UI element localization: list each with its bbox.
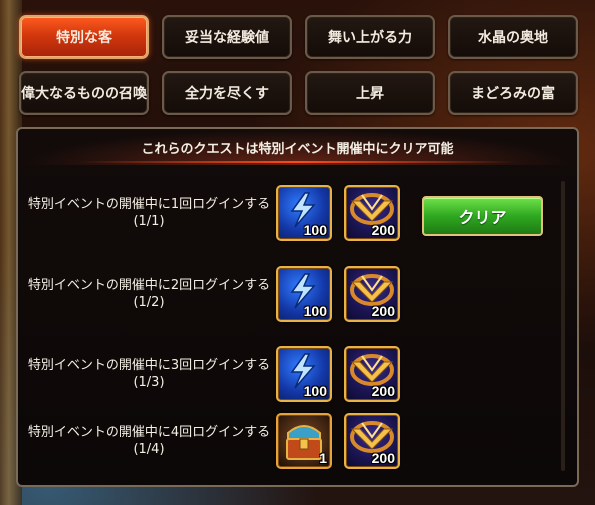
tab-special-guest[interactable]: 特別な客	[19, 15, 149, 59]
panel-header: これらのクエストは特別イベント開催中にクリア可能	[18, 129, 577, 165]
tab-great-summon[interactable]: 偉大なるものの召喚	[19, 71, 149, 115]
reward-quantity: 200	[371, 303, 395, 319]
quest-row: 特別イベントの開催中に4回ログインする (1/4) 1 200	[18, 401, 558, 481]
reward-chest[interactable]: 1	[276, 413, 332, 469]
tab-slumbering-wealth[interactable]: まどろみの富	[448, 71, 578, 115]
quest-description: 特別イベントの開催中に4回ログインする (1/4)	[18, 401, 280, 481]
reward-quantity: 100	[303, 383, 327, 399]
reward-quantity: 200	[371, 222, 395, 238]
reward-quantity: 100	[303, 222, 327, 238]
reward-emblem[interactable]: 200	[344, 413, 400, 469]
quest-row: 特別イベントの開催中に2回ログインする (1/2) 100 200	[18, 254, 558, 334]
reward-emblem[interactable]: 200	[344, 266, 400, 322]
reward-quantity: 200	[371, 450, 395, 466]
quest-text: 特別イベントの開催中に1回ログインする	[27, 197, 271, 212]
tab-reasonable-exp[interactable]: 妥当な経験値	[162, 15, 292, 59]
reward-energy[interactable]: 100	[276, 185, 332, 241]
reward-emblem[interactable]: 200	[344, 346, 400, 402]
tab-do-your-best[interactable]: 全力を尽くす	[162, 71, 292, 115]
reward-energy[interactable]: 100	[276, 346, 332, 402]
reward-quantity: 1	[319, 450, 327, 466]
tab-soaring-power[interactable]: 舞い上がる力	[305, 15, 435, 59]
reward-energy[interactable]: 100	[276, 266, 332, 322]
reward-quantity: 100	[303, 303, 327, 319]
quest-text: 特別イベントの開催中に3回ログインする	[27, 358, 271, 373]
quest-progress: (1/4)	[133, 442, 165, 457]
clear-button[interactable]: クリア	[422, 196, 543, 236]
tab-crystal-depths[interactable]: 水晶の奥地	[448, 15, 578, 59]
reward-emblem[interactable]: 200	[344, 185, 400, 241]
quest-progress: (1/2)	[133, 295, 165, 310]
quest-progress: (1/1)	[133, 214, 165, 229]
panel-header-text: これらのクエストは特別イベント開催中にクリア可能	[141, 141, 454, 157]
quest-text: 特別イベントの開催中に4回ログインする	[27, 425, 271, 440]
quest-text: 特別イベントの開催中に2回ログインする	[27, 278, 271, 293]
scrollbar[interactable]	[561, 181, 565, 471]
quest-panel: これらのクエストは特別イベント開催中にクリア可能 特別イベントの開催中に1回ログ…	[16, 127, 579, 487]
tab-ascension[interactable]: 上昇	[305, 71, 435, 115]
quest-progress: (1/3)	[133, 375, 165, 390]
quest-description: 特別イベントの開催中に1回ログインする (1/1)	[18, 173, 280, 253]
quest-description: 特別イベントの開催中に2回ログインする (1/2)	[18, 254, 280, 334]
reward-quantity: 200	[371, 383, 395, 399]
